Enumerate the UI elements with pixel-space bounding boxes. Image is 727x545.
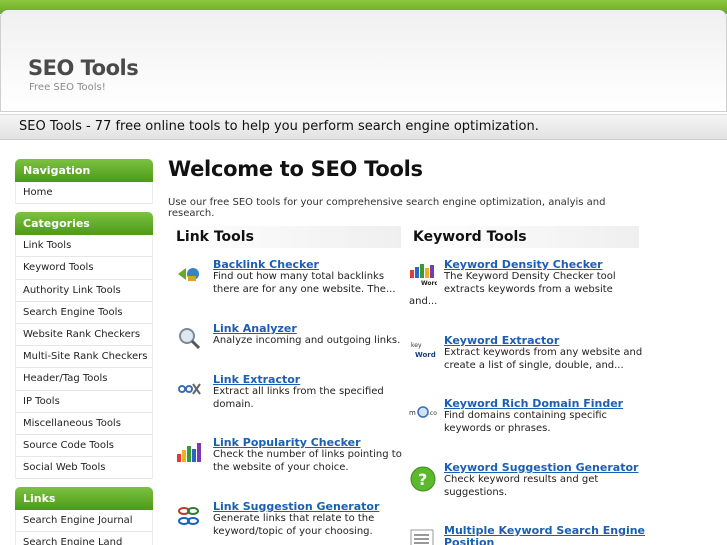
site-title[interactable]: SEO Tools bbox=[28, 56, 139, 80]
main-content: Welcome to SEO Tools Use our free SEO to… bbox=[168, 157, 648, 545]
sidebar-item-website-rank-checkers[interactable]: Website Rank Checkers bbox=[15, 323, 153, 347]
link-analyzer-link[interactable]: Link Analyzer bbox=[213, 322, 297, 335]
help-icon[interactable]: ? bbox=[409, 465, 436, 492]
sidebar-heading-categories: Categories bbox=[15, 212, 153, 236]
magnifier-icon[interactable] bbox=[176, 326, 202, 350]
sidebar-item-keyword-tools[interactable]: Keyword Tools bbox=[15, 257, 153, 280]
svg-text:key: key bbox=[411, 342, 422, 349]
sidebar-item-multi-site-rank-checkers[interactable]: Multi-Site Rank Checkers bbox=[15, 346, 153, 369]
sidebar-item-home[interactable]: Home bbox=[15, 182, 153, 205]
keyword-extractor-link[interactable]: Keyword Extractor bbox=[444, 334, 559, 347]
keyword-rich-domain-finder-link[interactable]: Keyword Rich Domain Finder bbox=[444, 397, 623, 410]
sidebar-item-header-tag-tools[interactable]: Header/Tag Tools bbox=[15, 368, 153, 391]
svg-text:m: m bbox=[409, 409, 416, 417]
page-title: Welcome to SEO Tools bbox=[168, 157, 423, 181]
banner: SEO Tools - 77 free online tools to help… bbox=[0, 114, 727, 140]
keyword-density-icon[interactable]: Word bbox=[409, 262, 439, 287]
svg-text:Word: Word bbox=[415, 351, 436, 359]
svg-text:.com: .com bbox=[428, 410, 437, 417]
sidebar-heading-navigation: Navigation bbox=[15, 159, 153, 182]
domain-finder-icon[interactable]: m .com bbox=[409, 401, 443, 425]
sidebar-item-source-code-tools[interactable]: Source Code Tools bbox=[15, 434, 153, 458]
site-tagline: Free SEO Tools! bbox=[29, 82, 106, 93]
sidebar-item-search-engine-journal[interactable]: Search Engine Journal bbox=[15, 510, 153, 533]
banner-text: SEO Tools - 77 free online tools to help… bbox=[19, 119, 539, 134]
sidebar: Navigation Home Categories Link Tools Ke… bbox=[15, 159, 153, 545]
backlink-checker-desc: Find out how many total backlinks there … bbox=[213, 271, 396, 295]
intro-text: Use our free SEO tools for your comprehe… bbox=[168, 197, 606, 219]
sidebar-item-search-engine-tools[interactable]: Search Engine Tools bbox=[15, 301, 153, 324]
sidebar-item-search-engine-land[interactable]: Search Engine Land bbox=[15, 532, 153, 545]
link-extractor-desc: Extract all links from the specified dom… bbox=[213, 386, 384, 410]
keyword-density-checker-link[interactable]: Keyword Density Checker bbox=[444, 258, 603, 271]
sidebar-heading-links: Links bbox=[15, 487, 153, 511]
multi-keyword-icon[interactable] bbox=[409, 528, 435, 545]
svg-text:Word: Word bbox=[421, 280, 437, 286]
link-suggestion-generator-desc: Generate links that relate to the keywor… bbox=[213, 513, 375, 537]
keyword-rich-domain-finder-desc: Find domains containing specific keyword… bbox=[444, 410, 608, 434]
sidebar-item-social-web-tools[interactable]: Social Web Tools bbox=[15, 457, 153, 480]
svg-text:?: ? bbox=[418, 470, 427, 489]
keyword-extractor-desc: Extract keywords from any website and cr… bbox=[444, 347, 643, 371]
keyword-extractor-icon[interactable]: key Word bbox=[409, 338, 436, 362]
link-suggestion-generator-link[interactable]: Link Suggestion Generator bbox=[213, 500, 379, 513]
backlink-icon[interactable] bbox=[176, 262, 202, 286]
sidebar-item-miscellaneous-tools[interactable]: Miscellaneous Tools bbox=[15, 412, 153, 435]
link-analyzer-desc: Analyze incoming and outgoing links. bbox=[213, 335, 401, 346]
link-extractor-link[interactable]: Link Extractor bbox=[213, 373, 300, 386]
site-header: SEO Tools Free SEO Tools! bbox=[0, 10, 727, 112]
sidebar-item-link-tools[interactable]: Link Tools bbox=[15, 235, 153, 258]
keyword-suggestion-generator-desc: Check keyword results and get suggestion… bbox=[444, 474, 599, 498]
keyword-tools-heading: Keyword Tools bbox=[405, 226, 639, 248]
sidebar-item-authority-link-tools[interactable]: Authority Link Tools bbox=[15, 279, 153, 302]
link-tools-heading: Link Tools bbox=[168, 226, 401, 248]
backlink-checker-link[interactable]: Backlink Checker bbox=[213, 258, 319, 271]
keyword-suggestion-generator-link[interactable]: Keyword Suggestion Generator bbox=[444, 461, 638, 474]
keyword-density-checker-desc: The Keyword Density Checker tool extract… bbox=[444, 271, 616, 295]
multiple-keyword-search-engine-link-line2[interactable]: Position bbox=[444, 536, 494, 545]
bar-chart-icon[interactable] bbox=[176, 440, 202, 464]
keyword-density-checker-desc-tail: and... bbox=[409, 296, 438, 307]
chain-links-icon[interactable] bbox=[176, 504, 202, 528]
scissors-chain-icon[interactable] bbox=[176, 377, 202, 401]
link-popularity-checker-link[interactable]: Link Popularity Checker bbox=[213, 436, 361, 449]
sidebar-item-ip-tools[interactable]: IP Tools bbox=[15, 390, 153, 413]
link-popularity-checker-desc: Check the number of links pointing to th… bbox=[213, 449, 402, 473]
